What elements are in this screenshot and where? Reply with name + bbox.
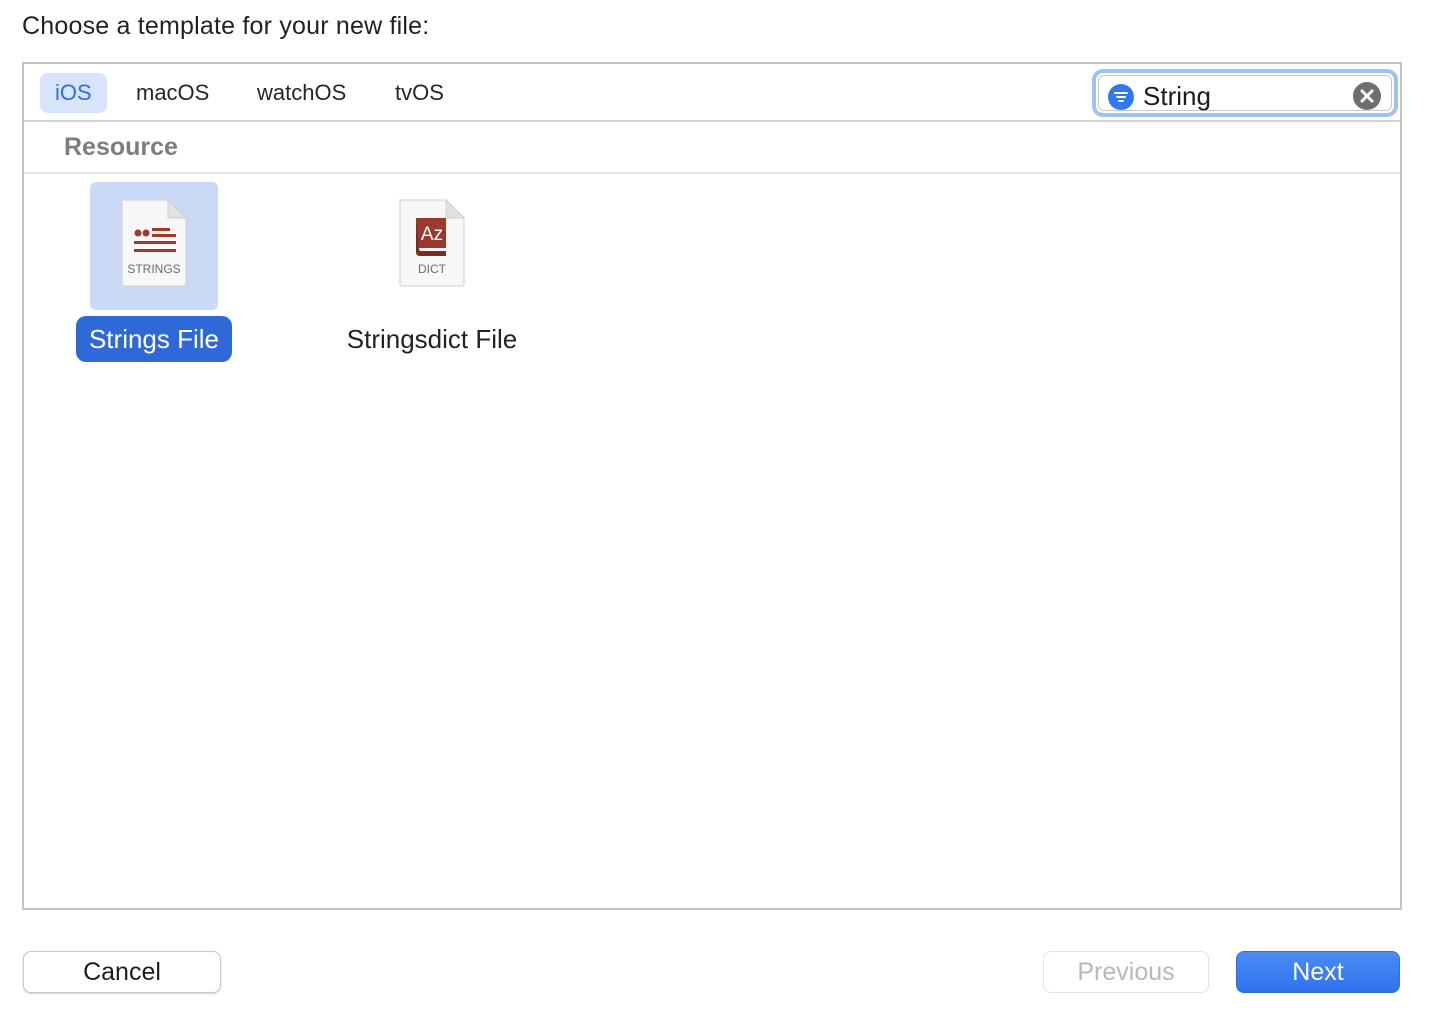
platform-tab-bar: iOS macOS watchOS tvOS (24, 64, 1400, 122)
dict-badge-text: DICT (418, 262, 447, 276)
cancel-button[interactable]: Cancel (23, 951, 221, 993)
filter-field[interactable] (1092, 69, 1398, 117)
template-label: Stringsdict File (312, 316, 552, 362)
tab-ios[interactable]: iOS (40, 73, 107, 113)
section-header: Resource (24, 122, 1400, 174)
tab-watchos[interactable]: watchOS (242, 73, 361, 113)
clear-icon[interactable] (1353, 82, 1381, 110)
template-icon-highlight: Az DICT (368, 182, 496, 310)
template-icon-highlight: STRINGS (90, 182, 218, 310)
section-title: Resource (64, 133, 178, 161)
previous-button[interactable]: Previous (1043, 951, 1209, 993)
dialog-heading: Choose a template for your new file: (22, 12, 430, 40)
tab-macos[interactable]: macOS (121, 73, 224, 113)
template-label-text: Stringsdict File (346, 324, 518, 354)
tab-tvos[interactable]: tvOS (380, 73, 459, 113)
template-label-text: Strings File (75, 316, 233, 362)
strings-badge-text: STRINGS (127, 262, 180, 276)
new-file-template-dialog: Choose a template for your new file: iOS… (0, 0, 1430, 1022)
template-chooser-panel: iOS macOS watchOS tvOS String Resource S… (22, 62, 1402, 910)
dict-glyph-text: Az (421, 224, 443, 245)
filter-input[interactable] (1143, 80, 1353, 112)
filter-field-inner (1098, 75, 1392, 112)
template-stringsdict-file[interactable]: Az DICT Stringsdict File (312, 182, 552, 372)
template-strings-file[interactable]: STRINGS Strings File (34, 182, 274, 372)
stringsdict-file-icon: Az DICT (399, 198, 466, 287)
template-label: Strings File (34, 316, 274, 362)
filter-icon[interactable] (1108, 84, 1134, 110)
next-button[interactable]: Next (1236, 951, 1400, 993)
strings-file-icon: STRINGS (121, 198, 188, 287)
